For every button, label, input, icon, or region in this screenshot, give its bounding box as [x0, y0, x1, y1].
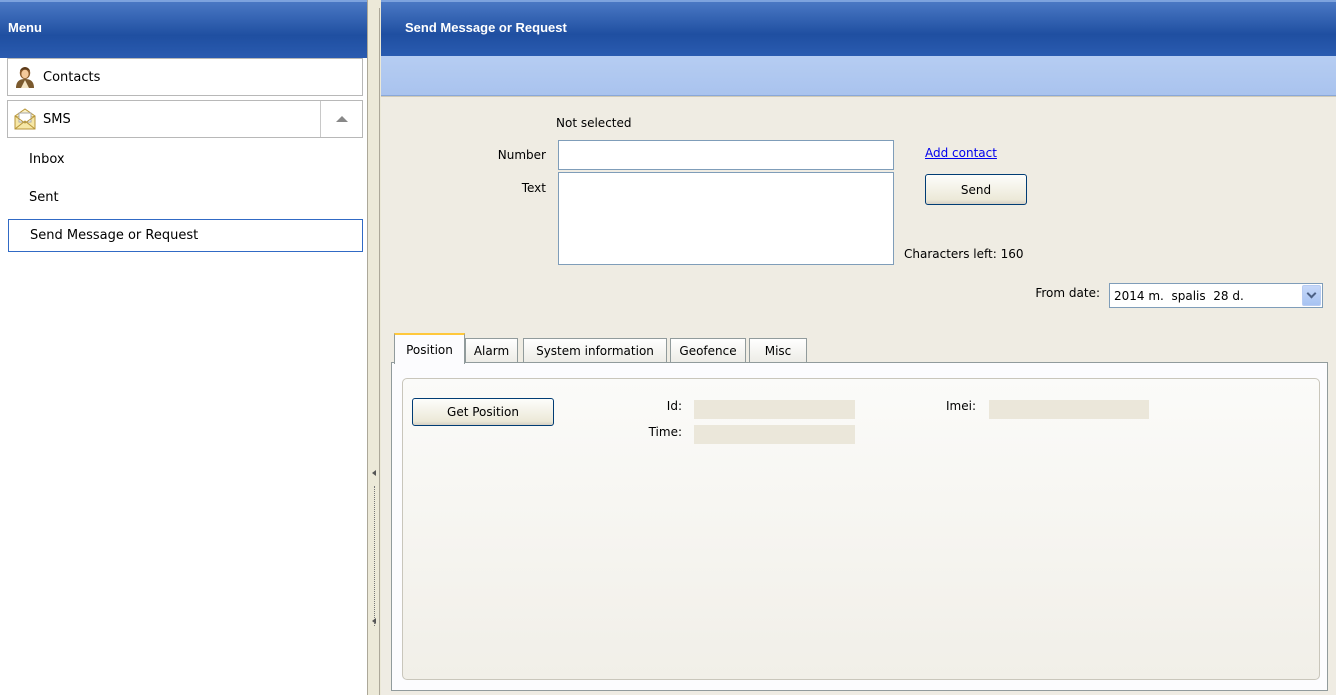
menu-header: Menu — [0, 0, 367, 58]
envelope-icon — [13, 107, 37, 131]
contacts-section[interactable]: Contacts — [7, 58, 363, 96]
imei-value — [989, 400, 1149, 419]
page-title: Send Message or Request — [381, 0, 1336, 56]
splitter-grip — [374, 486, 375, 626]
number-field[interactable] — [558, 140, 894, 170]
tab-alarm[interactable]: Alarm — [465, 338, 518, 363]
time-label: Time: — [648, 425, 682, 439]
sms-label: SMS — [43, 111, 71, 127]
imei-label: Imei: — [946, 399, 976, 413]
chevron-down-icon[interactable] — [1302, 285, 1321, 306]
contact-status: Not selected — [556, 116, 632, 130]
send-button[interactable]: Send — [925, 174, 1027, 205]
from-date-picker[interactable]: 2014 m. spalis 28 d. — [1109, 283, 1323, 308]
add-contact-link[interactable]: Add contact — [925, 146, 997, 160]
from-date-value: 2014 m. spalis 28 d. — [1114, 288, 1244, 303]
characters-left: Characters left: 160 — [904, 247, 1024, 261]
menu-panel: Menu Contacts SMS Inbox Sent Send Messag… — [0, 0, 368, 695]
contacts-label: Contacts — [43, 69, 101, 85]
collapse-left-arrow-icon-bottom[interactable] — [372, 618, 376, 624]
tab-misc[interactable]: Misc — [749, 338, 807, 363]
get-position-button[interactable]: Get Position — [412, 398, 554, 426]
id-value — [694, 400, 855, 419]
collapse-left-arrow-icon[interactable] — [372, 470, 376, 476]
from-date-label: From date: — [1035, 286, 1100, 300]
tab-geofence[interactable]: Geofence — [670, 338, 746, 363]
time-value — [694, 425, 855, 444]
tab-position[interactable]: Position — [394, 333, 465, 364]
sidebar-item-sent[interactable]: Sent — [8, 181, 363, 214]
id-label: Id: — [666, 399, 682, 413]
sms-section[interactable]: SMS — [7, 100, 363, 138]
text-label: Text — [521, 181, 546, 195]
toolbar-strip — [381, 56, 1336, 96]
sidebar-item-send-message[interactable]: Send Message or Request — [8, 219, 363, 252]
person-icon — [13, 65, 37, 89]
number-label: Number — [497, 148, 546, 162]
panel-splitter[interactable] — [369, 8, 380, 695]
collapse-chevron-icon[interactable] — [320, 101, 362, 137]
sidebar-item-inbox[interactable]: Inbox — [8, 143, 363, 176]
tab-system-information[interactable]: System information — [523, 338, 667, 363]
text-field[interactable] — [558, 172, 894, 265]
